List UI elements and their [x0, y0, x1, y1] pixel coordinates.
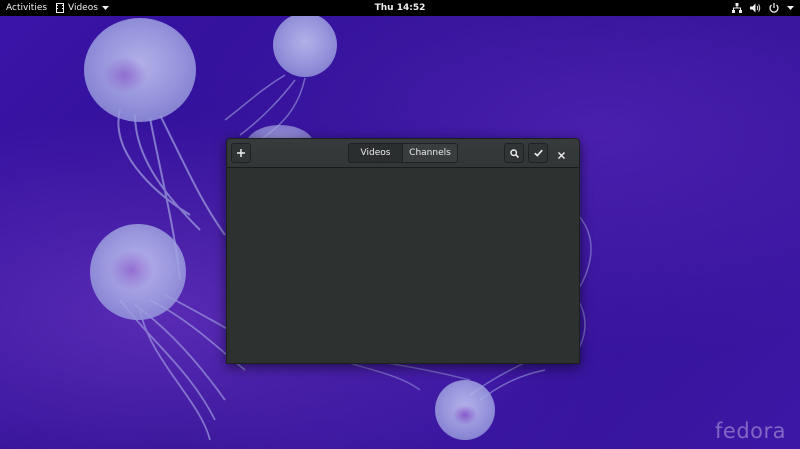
add-button[interactable] [231, 143, 251, 163]
jellyfish-top-small [224, 16, 337, 141]
fedora-logo: fedora [715, 419, 786, 443]
network-icon [732, 3, 742, 13]
app-menu-label: Videos [68, 3, 98, 13]
dropdown-arrow-icon [101, 5, 109, 11]
search-button[interactable] [504, 143, 524, 163]
tab-channels[interactable]: Channels [403, 143, 458, 163]
close-button[interactable] [555, 147, 567, 159]
clock[interactable]: Thu 14:52 [375, 3, 426, 13]
top-bar: Activities Videos Thu 14:52 [0, 0, 800, 16]
videos-content-area [227, 168, 579, 363]
power-icon [769, 2, 779, 14]
videos-window: Videos Channels [226, 138, 580, 364]
tab-videos[interactable]: Videos [348, 143, 403, 163]
status-menu[interactable] [732, 0, 794, 16]
checkmark-icon [533, 149, 543, 157]
select-button[interactable] [528, 143, 548, 163]
jellyfish-bottom [435, 359, 546, 440]
add-icon [237, 149, 245, 157]
close-icon [557, 144, 565, 163]
dropdown-arrow-icon [787, 5, 794, 11]
view-switcher: Videos Channels [348, 143, 458, 163]
header-bar: Videos Channels [227, 139, 579, 168]
search-icon [509, 148, 519, 158]
app-menu-button[interactable]: Videos [56, 3, 109, 13]
volume-icon [750, 3, 761, 13]
film-icon [56, 3, 64, 13]
activities-button[interactable]: Activities [0, 3, 56, 13]
